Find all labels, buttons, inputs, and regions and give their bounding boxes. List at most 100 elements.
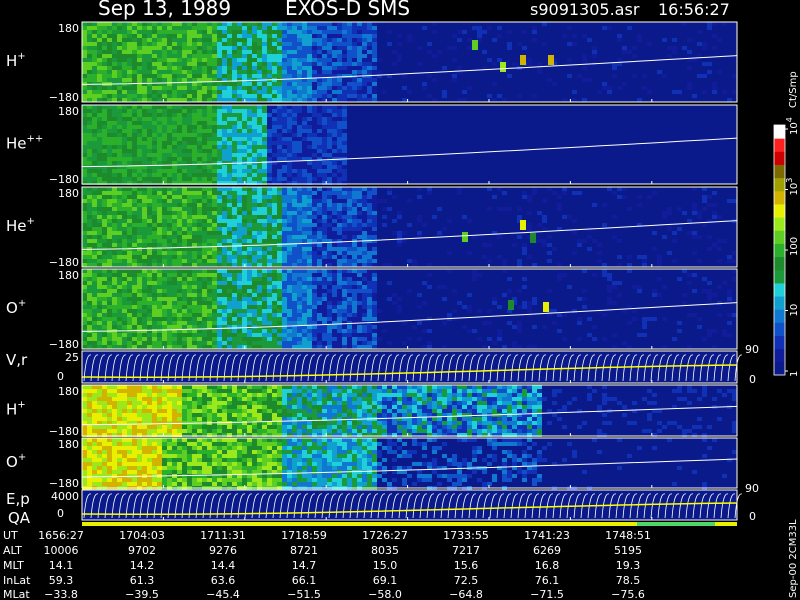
spectrum-cell [202, 305, 207, 309]
spectrum-cell [267, 42, 272, 46]
spectrum-cell [142, 46, 147, 50]
spectrum-cell [147, 313, 152, 317]
spectrum-cell [157, 263, 162, 267]
spectrum-cell [127, 215, 132, 219]
spectrum-cell [192, 277, 197, 281]
spectrum-cell [162, 243, 167, 247]
spectrum-cell [352, 38, 357, 42]
spectrum-cell [207, 329, 212, 333]
spectrum-cell [117, 38, 122, 42]
spectrum-cell [692, 187, 697, 191]
spectrum-cell [152, 70, 157, 74]
spectrum-cell [702, 187, 707, 191]
spectrum-cell [247, 117, 252, 121]
spectrum-cell [237, 30, 242, 34]
spectrum-cell [197, 94, 202, 98]
spectrum-cell [332, 269, 337, 273]
spectrum-cell [267, 153, 272, 157]
spectrum-cell [137, 125, 142, 129]
spectrum-cell [232, 187, 237, 191]
spectrum-cell [302, 109, 307, 113]
spectrum-cell [162, 235, 167, 239]
spectrum-cell [362, 251, 367, 255]
spectrum-cell [222, 277, 227, 281]
spectrum-cell [202, 109, 207, 113]
spectrum-cell [222, 133, 227, 137]
spectrum-cell [127, 187, 132, 191]
spectrum-cell [187, 149, 192, 153]
spectrum-cell [257, 26, 262, 30]
spectrum-cell [92, 251, 97, 255]
spectrum-cell [157, 42, 162, 46]
spectrum-cell [172, 177, 177, 181]
spectrum-cell [212, 117, 217, 121]
spectrum-cell [182, 345, 187, 349]
spectrum-cell [297, 231, 302, 235]
spectrum-cell [307, 227, 312, 231]
spectrum-cell [242, 223, 247, 227]
spectrum-cell [672, 50, 677, 54]
spectrum-cell [197, 70, 202, 74]
spectrum-cell [112, 219, 117, 223]
spectrum-cell [157, 301, 162, 305]
spectrum-cell [152, 42, 157, 46]
spectrum-cell [147, 169, 152, 173]
spectrum-cell [202, 203, 207, 207]
spectrum-cell [132, 153, 137, 157]
spectrum-cell [197, 337, 202, 341]
spectrum-cell [327, 133, 332, 137]
spectrum-cell [327, 169, 332, 173]
spectrum-cell [297, 199, 302, 203]
spectrum-cell [127, 161, 132, 165]
spectrum-cell [342, 177, 347, 181]
spectrum-cell [112, 333, 117, 337]
spectrum-cell [252, 211, 257, 215]
spectrum-cell [217, 329, 222, 333]
spectrum-cell [207, 149, 212, 153]
spectrum-cell [107, 187, 112, 191]
spectrum-cell [227, 141, 232, 145]
spectrum-cell [327, 317, 332, 321]
spectrum-cell [432, 22, 437, 26]
spectrum-cell [82, 281, 87, 285]
spectrum-cell [282, 329, 287, 333]
spectrum-cell [332, 129, 337, 133]
spectrum-cell [372, 251, 377, 255]
spectrum-cell [127, 157, 132, 161]
spectrum-cell [292, 269, 297, 273]
spectrum-cell [122, 203, 127, 207]
spectrum-cell [107, 50, 112, 54]
spectrum-cell [332, 117, 337, 121]
spectrum-cell [112, 203, 117, 207]
spectrum-cell [322, 191, 327, 195]
spectrum-cell [307, 109, 312, 113]
spectrum-cell [147, 341, 152, 345]
spectrum-cell [262, 269, 267, 273]
spectrum-cell [277, 297, 282, 301]
spectrum-cell [177, 337, 182, 341]
spectrum-cell [277, 199, 282, 203]
spectrum-cell [342, 317, 347, 321]
spectrum-cell [287, 82, 292, 86]
spectrum-cell [162, 109, 167, 113]
spectrum-cell [242, 26, 247, 30]
spectrum-cell [92, 297, 97, 301]
spectrum-cell [87, 90, 92, 94]
spectrum-cell [187, 54, 192, 58]
spectrum-cell [327, 309, 332, 313]
spectrum-cell [502, 259, 507, 263]
spectrum-cell [322, 325, 327, 329]
spectrum-cell [297, 223, 302, 227]
spectrum-cell [82, 345, 87, 349]
spectrum-cell [132, 305, 137, 309]
spectrum-cell [237, 227, 242, 231]
spectrum-cell [142, 191, 147, 195]
spectrum-cell [107, 269, 112, 273]
spectrum-cell [292, 187, 297, 191]
spectrum-cell [342, 259, 347, 263]
spectrum-cell [712, 46, 717, 50]
spectrum-cell [267, 98, 272, 102]
spectrum-cell [137, 219, 142, 223]
spectrum-cell [327, 223, 332, 227]
spectrum-cell [307, 203, 312, 207]
